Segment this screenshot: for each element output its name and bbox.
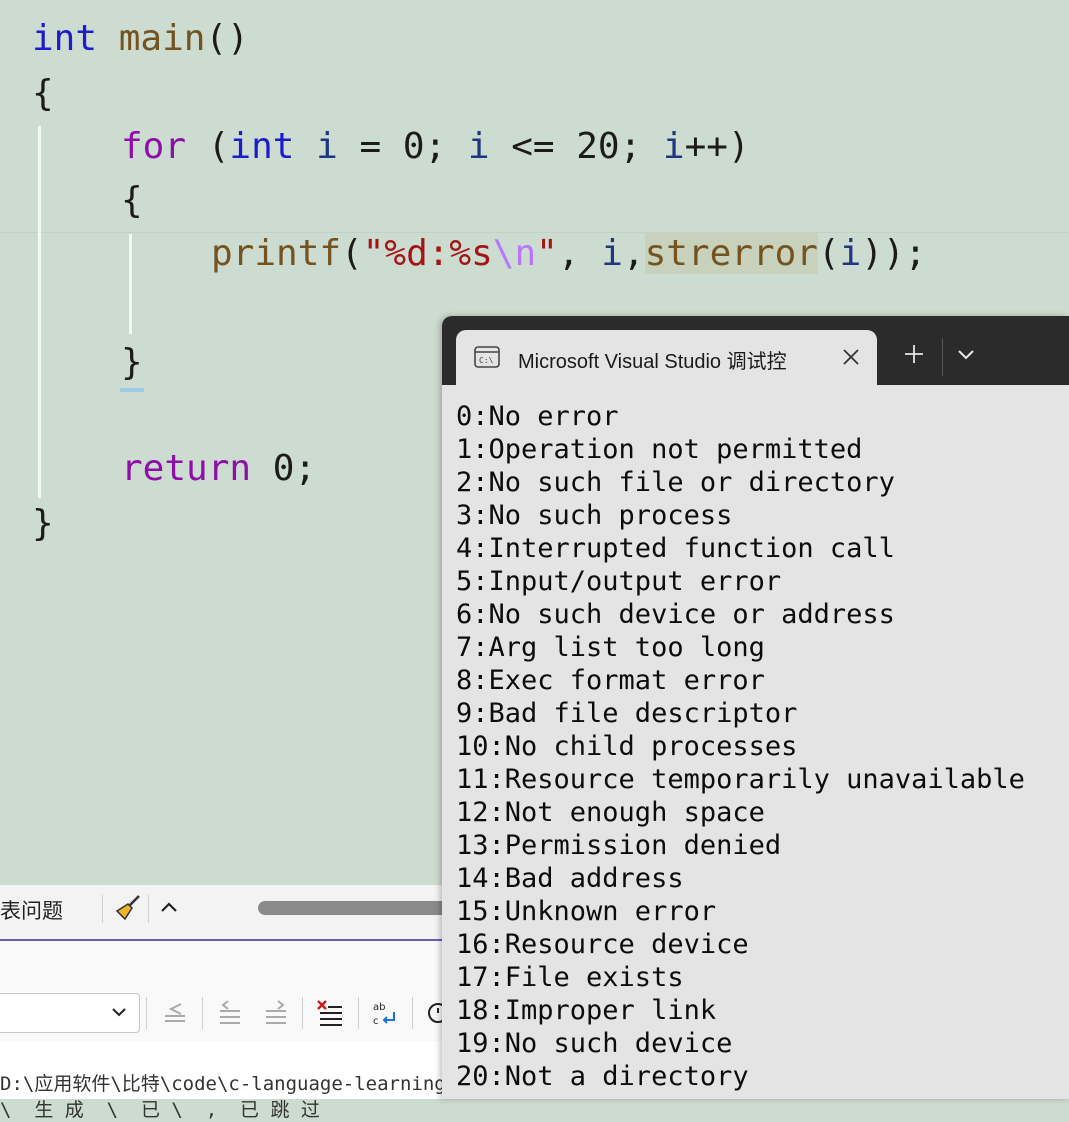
go-to-previous-icon[interactable]	[216, 999, 244, 1027]
svg-text:c: c	[373, 1016, 379, 1027]
code-line-7: }	[121, 342, 143, 383]
console-output-line: 4:Interrupted function call	[456, 533, 895, 564]
init-expr: = 0;	[337, 126, 468, 167]
console-output-line: 6:No such device or address	[456, 599, 895, 630]
go-to-next-icon[interactable]	[262, 999, 290, 1027]
output-toolbar: ab c	[0, 941, 448, 1041]
console-output-line: 17:File exists	[456, 962, 684, 993]
output-source-select[interactable]	[0, 993, 140, 1033]
panel-tab-bar: 表问题	[0, 885, 448, 941]
plus-icon[interactable]	[904, 344, 924, 364]
incr-expr: ++)	[684, 126, 750, 167]
divider	[358, 997, 359, 1029]
console-output-line: 14:Bad address	[456, 863, 684, 894]
escape-sequence: \n	[492, 233, 537, 274]
build-output-status: \ 生 成 \ 已 \ , 已 跳 过	[0, 1099, 320, 1121]
close-icon[interactable]	[842, 348, 860, 366]
variable-i: i	[662, 126, 685, 167]
console-output-line: 12:Not enough space	[456, 797, 765, 828]
chevron-down-icon	[112, 1008, 126, 1017]
terminal-icon: C:\	[474, 346, 500, 368]
ide-bottom-panel: 表问题 ab c D:\应用软件\比特\code\c-language-lear…	[0, 885, 448, 1121]
console-output-line: 19:No such device	[456, 1028, 733, 1059]
console-output-line: 0:No error	[456, 401, 619, 432]
broom-icon[interactable]	[113, 893, 143, 923]
code-line-1: int main()	[32, 12, 249, 66]
code-line-2: {	[32, 73, 54, 114]
code-line-10: }	[32, 503, 54, 544]
divider	[942, 338, 943, 376]
keyword-return: return	[121, 448, 252, 489]
build-output-path: D:\应用软件\比特\code\c-language-learning	[0, 1073, 446, 1095]
indent-guide	[129, 234, 132, 334]
console-output-line: 20:Not a directory	[456, 1061, 749, 1092]
console-output-line: 8:Exec format error	[456, 665, 765, 696]
divider	[146, 997, 147, 1029]
chevron-down-icon[interactable]	[956, 348, 976, 362]
code-line-9: return 0;	[121, 442, 316, 496]
cond-expr: <= 20;	[489, 126, 663, 167]
tab-problems[interactable]: 表问题	[0, 895, 63, 925]
console-output-line: 11:Resource temporarily unavailable	[456, 764, 1025, 795]
divider	[148, 895, 149, 923]
svg-text:ab: ab	[373, 1002, 385, 1013]
console-tab[interactable]: C:\ Microsoft Visual Studio 调试控	[456, 330, 877, 385]
console-output-line: 9:Bad file descriptor	[456, 698, 798, 729]
console-output-line: 15:Unknown error	[456, 896, 717, 927]
close-paren: ));	[861, 233, 927, 274]
function-strerror[interactable]: strerror	[644, 233, 818, 274]
keyword-int: int	[229, 126, 295, 167]
open-paren: (	[341, 233, 363, 274]
code-line-4: {	[121, 180, 143, 221]
console-output-line: 7:Arg list too long	[456, 632, 765, 663]
code-line-3: for (int i = 0; i <= 20; i++)	[121, 120, 750, 174]
code-line-5: printf("%d:%s\n", i,strerror(i));	[211, 227, 926, 281]
previous-message-icon[interactable]	[161, 999, 189, 1027]
console-output-line: 2:No such file or directory	[456, 467, 895, 498]
divider	[302, 997, 303, 1029]
console-output-line: 13:Permission denied	[456, 830, 782, 861]
chevron-up-icon[interactable]	[156, 895, 182, 921]
open-paren: (	[186, 126, 230, 167]
debug-console-window[interactable]: C:\ Microsoft Visual Studio 调试控 0:No err…	[442, 316, 1069, 1099]
console-output-line: 5:Input/output error	[456, 566, 782, 597]
svg-text:C:\: C:\	[479, 356, 494, 365]
divider	[412, 997, 413, 1029]
word-wrap-icon[interactable]: ab c	[372, 999, 400, 1027]
console-tab-title: Microsoft Visual Studio 调试控	[518, 351, 787, 373]
comma: ,	[557, 233, 602, 274]
divider	[102, 895, 103, 923]
keyword-for: for	[121, 126, 187, 167]
variable-i: i	[601, 233, 623, 274]
return-value: 0;	[251, 448, 317, 489]
clear-all-icon[interactable]	[316, 999, 344, 1027]
indent-guide	[38, 126, 41, 498]
function-printf: printf	[211, 233, 342, 274]
console-output-line: 3:No such process	[456, 500, 733, 531]
keyword-int: int	[32, 18, 98, 59]
console-output-line: 1:Operation not permitted	[456, 434, 863, 465]
parens: ()	[205, 18, 249, 59]
console-output-line: 16:Resource device	[456, 929, 749, 960]
variable-i: i	[467, 126, 490, 167]
divider	[202, 997, 203, 1029]
variable-i: i	[316, 126, 338, 167]
console-output: 0:No error 1:Operation not permitted 2:No …	[456, 400, 1025, 1093]
console-output-line: 10:No child processes	[456, 731, 798, 762]
string-literal: "%d:%s	[362, 233, 493, 274]
function-main: main	[118, 18, 206, 59]
console-output-line: 18:Improper link	[456, 995, 717, 1026]
string-quote: "	[536, 233, 558, 274]
open-paren: (	[817, 233, 840, 274]
horizontal-scrollbar[interactable]	[258, 901, 448, 915]
variable-i: i	[839, 233, 862, 274]
brace-match-underline	[120, 388, 144, 392]
comma: ,	[622, 233, 645, 274]
console-title-bar[interactable]: C:\ Microsoft Visual Studio 调试控	[442, 316, 1069, 385]
